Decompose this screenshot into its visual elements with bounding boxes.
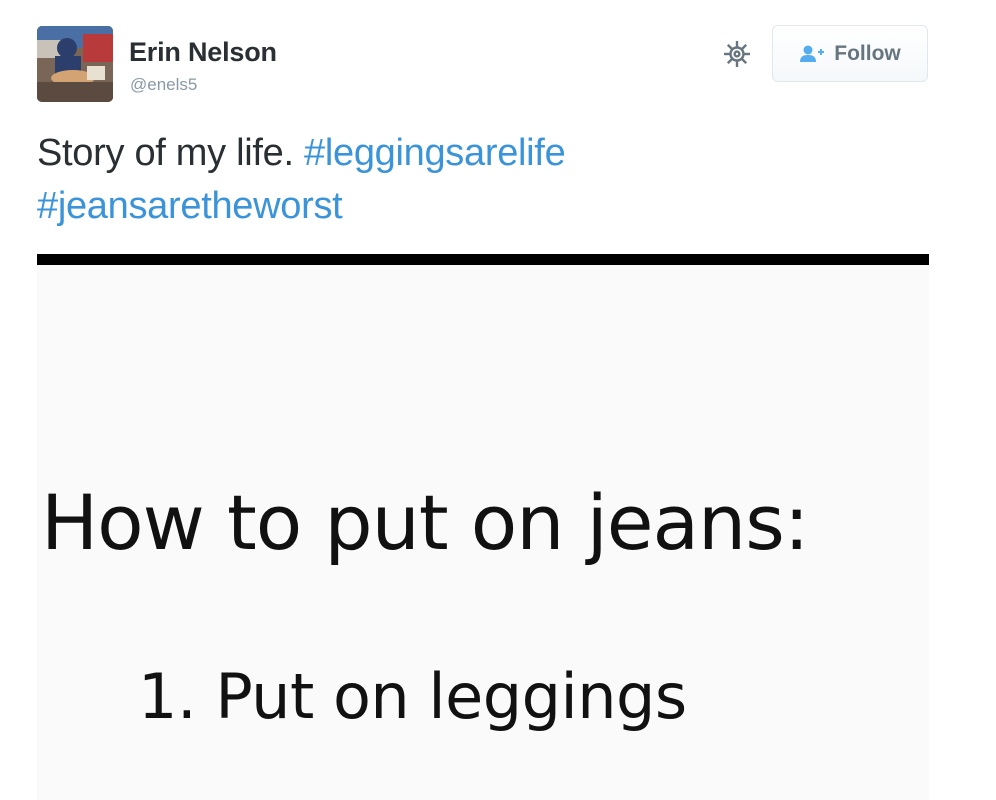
follow-label: Follow xyxy=(834,41,901,65)
media-border xyxy=(37,254,929,265)
gear-icon xyxy=(724,41,750,67)
avatar[interactable] xyxy=(37,26,113,102)
hashtag-link[interactable]: #jeansaretheworst xyxy=(37,185,343,227)
tweet-body: Story of my life. xyxy=(37,132,294,174)
media-image[interactable]: How to put on jeans: 1. Put on leggings xyxy=(37,265,929,800)
add-user-icon xyxy=(800,45,825,62)
profile-photo xyxy=(37,26,113,102)
media-step: 1. Put on leggings xyxy=(138,660,687,733)
media-heading: How to put on jeans: xyxy=(41,478,809,567)
tweet-text: Story of my life. #leggingsarelife #jean… xyxy=(37,127,937,233)
user-handle[interactable]: @enels5 xyxy=(130,75,197,95)
user-name[interactable]: Erin Nelson xyxy=(129,37,277,68)
hashtag-link[interactable]: #leggingsarelife xyxy=(304,132,566,174)
settings-button[interactable] xyxy=(719,36,755,72)
follow-button[interactable]: Follow xyxy=(772,25,928,82)
